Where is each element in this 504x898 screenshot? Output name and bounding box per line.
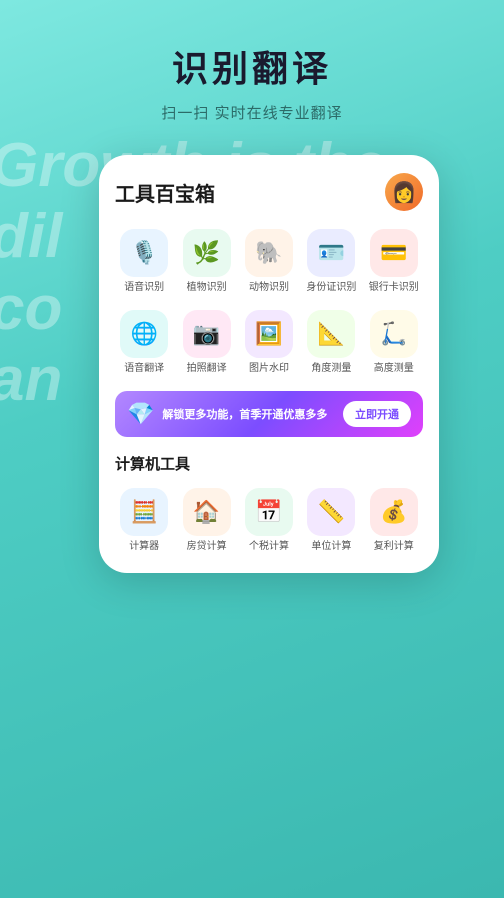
tool-icon-plant-recog: 🌿 xyxy=(183,229,231,277)
calc-label-mortgage-calc: 房贷计算 xyxy=(187,541,227,553)
tool-item-voice-translate[interactable]: 🌐 语音翻译 xyxy=(115,310,173,375)
tool-label-height-measure: 高度测量 xyxy=(374,363,414,375)
tool-item-img-watermark[interactable]: 🖼️ 图片水印 xyxy=(240,310,298,375)
calc-icon-calculator: 🧮 xyxy=(120,488,168,536)
calc-item-tax-calc[interactable]: 📅 个税计算 xyxy=(240,488,298,553)
top-section: 识别翻译 扫一扫 实时在线专业翻译 xyxy=(0,0,504,143)
banner-left: 💎 解锁更多功能，首季开通优惠多多 xyxy=(127,401,327,427)
tool-item-height-measure[interactable]: 🛴 高度测量 xyxy=(365,310,423,375)
tool-icon-animal-recog: 🐘 xyxy=(245,229,293,277)
main-title: 识别翻译 xyxy=(0,40,504,92)
tool-label-plant-recog: 植物识别 xyxy=(187,282,227,294)
tool-icon-angle-measure: 📐 xyxy=(307,310,355,358)
tool-item-animal-recog[interactable]: 🐘 动物识别 xyxy=(240,229,298,294)
tool-icon-id-recog: 🪪 xyxy=(307,229,355,277)
tool-item-bank-recog[interactable]: 💳 银行卡识别 xyxy=(365,229,423,294)
activate-button[interactable]: 立即开通 xyxy=(343,401,411,427)
calc-grid: 🧮 计算器 🏠 房贷计算 📅 个税计算 📏 单位计算 💰 复利计算 xyxy=(115,488,423,553)
sub-title: 扫一扫 实时在线专业翻译 xyxy=(0,102,504,123)
tool-item-plant-recog[interactable]: 🌿 植物识别 xyxy=(177,229,235,294)
card-header: 工具百宝箱 👩 xyxy=(115,173,423,211)
tools-grid-row2: 🌐 语音翻译 📷 拍照翻译 🖼️ 图片水印 📐 角度测量 🛴 高度测量 xyxy=(115,310,423,375)
tool-icon-height-measure: 🛴 xyxy=(370,310,418,358)
promo-banner[interactable]: 💎 解锁更多功能，首季开通优惠多多 立即开通 xyxy=(115,391,423,437)
tool-icon-photo-translate: 📷 xyxy=(183,310,231,358)
tool-label-voice-translate: 语音翻译 xyxy=(124,363,164,375)
gem-icon: 💎 xyxy=(127,401,154,427)
calc-label-unit-calc: 单位计算 xyxy=(311,541,351,553)
phone-card: 工具百宝箱 👩 🎙️ 语音识别 🌿 植物识别 🐘 动物识别 🪪 身份证识别 💳 … xyxy=(99,155,439,573)
calc-icon-mortgage-calc: 🏠 xyxy=(183,488,231,536)
calc-icon-compound-calc: 💰 xyxy=(370,488,418,536)
tool-label-voice-recog: 语音识别 xyxy=(124,282,164,294)
calc-icon-unit-calc: 📏 xyxy=(307,488,355,536)
calc-section-title: 计算机工具 xyxy=(115,453,423,474)
card-title: 工具百宝箱 xyxy=(115,178,215,207)
tool-icon-voice-translate: 🌐 xyxy=(120,310,168,358)
calc-item-unit-calc[interactable]: 📏 单位计算 xyxy=(302,488,360,553)
tool-item-photo-translate[interactable]: 📷 拍照翻译 xyxy=(177,310,235,375)
calc-label-tax-calc: 个税计算 xyxy=(249,541,289,553)
tool-label-bank-recog: 银行卡识别 xyxy=(369,282,419,294)
tool-icon-img-watermark: 🖼️ xyxy=(245,310,293,358)
tool-icon-bank-recog: 💳 xyxy=(370,229,418,277)
calc-item-mortgage-calc[interactable]: 🏠 房贷计算 xyxy=(177,488,235,553)
calc-item-compound-calc[interactable]: 💰 复利计算 xyxy=(365,488,423,553)
banner-text: 解锁更多功能，首季开通优惠多多 xyxy=(162,406,327,422)
tool-icon-voice-recog: 🎙️ xyxy=(120,229,168,277)
tool-label-img-watermark: 图片水印 xyxy=(249,363,289,375)
tool-label-angle-measure: 角度测量 xyxy=(311,363,351,375)
calc-icon-tax-calc: 📅 xyxy=(245,488,293,536)
tool-label-animal-recog: 动物识别 xyxy=(249,282,289,294)
avatar[interactable]: 👩 xyxy=(385,173,423,211)
tool-label-photo-translate: 拍照翻译 xyxy=(187,363,227,375)
tool-item-id-recog[interactable]: 🪪 身份证识别 xyxy=(302,229,360,294)
tools-grid-row1: 🎙️ 语音识别 🌿 植物识别 🐘 动物识别 🪪 身份证识别 💳 银行卡识别 xyxy=(115,229,423,294)
calc-label-calculator: 计算器 xyxy=(129,541,159,553)
tool-item-angle-measure[interactable]: 📐 角度测量 xyxy=(302,310,360,375)
calc-label-compound-calc: 复利计算 xyxy=(374,541,414,553)
calc-item-calculator[interactable]: 🧮 计算器 xyxy=(115,488,173,553)
tool-item-voice-recog[interactable]: 🎙️ 语音识别 xyxy=(115,229,173,294)
tool-label-id-recog: 身份证识别 xyxy=(306,282,356,294)
